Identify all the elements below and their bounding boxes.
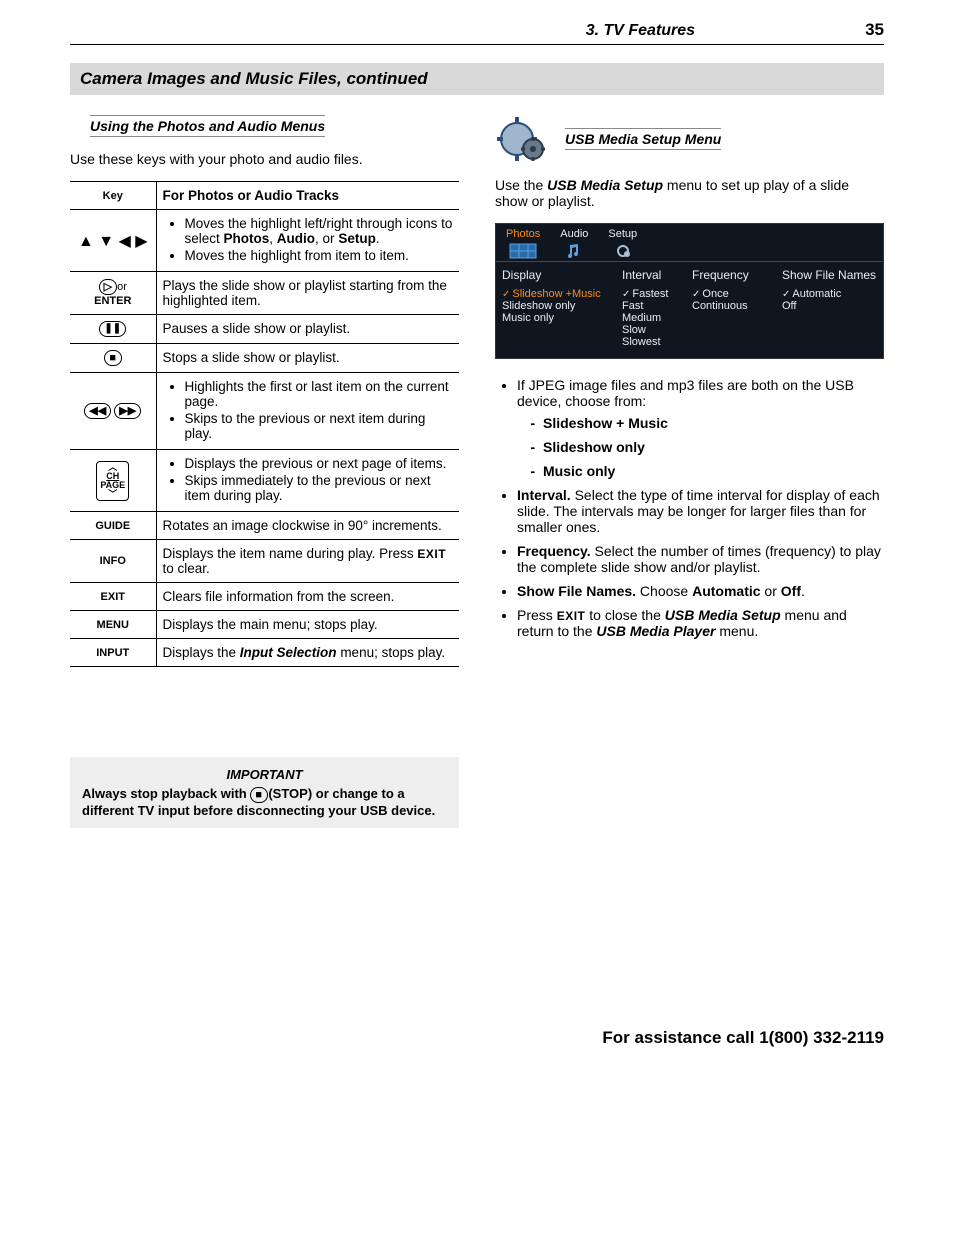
left-subheading: Using the Photos and Audio Menus bbox=[90, 115, 325, 137]
sub-music-only: Music only bbox=[543, 463, 884, 479]
table-row: ▲ ▼ ◀ ▶ Moves the highlight left/right t… bbox=[70, 210, 459, 272]
page-number: 35 bbox=[865, 20, 884, 40]
left-intro: Use these keys with your photo and audio… bbox=[70, 151, 459, 167]
note-title: IMPORTANT bbox=[82, 767, 447, 782]
photos-tab-icon bbox=[506, 243, 540, 261]
sub-slideshow-only: Slideshow only bbox=[543, 439, 884, 455]
head-display: Display bbox=[502, 268, 622, 282]
opt-fastest: Fastest bbox=[622, 288, 692, 300]
r3-desc: Pauses a slide show or playlist. bbox=[156, 315, 459, 344]
bullet-choose: If JPEG image files and mp3 files are bo… bbox=[517, 377, 884, 479]
stop-icon: ■ bbox=[250, 787, 268, 803]
opt-slow: Slow bbox=[622, 324, 692, 336]
tab-audio: Audio bbox=[550, 224, 598, 261]
table-row: INPUT Displays the Input Selection menu;… bbox=[70, 639, 459, 667]
r5-b1: Highlights the first or last item on the… bbox=[185, 379, 454, 409]
r10-desc: Displays the main menu; stops play. bbox=[156, 611, 459, 639]
r8-desc: Displays the item name during play. Pres… bbox=[156, 540, 459, 583]
ch-page-key-icon: ︿CHPAGE﹀ bbox=[70, 450, 156, 512]
r4-desc: Stops a slide show or playlist. bbox=[156, 344, 459, 373]
table-row: ■ Stops a slide show or playlist. bbox=[70, 344, 459, 373]
stop-key-icon: ■ bbox=[70, 344, 156, 373]
th-desc: For Photos or Audio Tracks bbox=[156, 182, 459, 210]
right-intro: Use the USB Media Setup menu to set up p… bbox=[495, 177, 884, 209]
bullet-interval: Interval. Select the type of time interv… bbox=[517, 487, 884, 535]
head-interval: Interval bbox=[622, 268, 692, 282]
r6-b1: Displays the previous or next page of it… bbox=[185, 456, 454, 471]
table-row: ◀◀ ▶▶ Highlights the first or last item … bbox=[70, 373, 459, 450]
r2-desc: Plays the slide show or playlist startin… bbox=[156, 272, 459, 315]
head-frequency: Frequency bbox=[692, 268, 782, 282]
chapter-label: 3. TV Features bbox=[586, 22, 695, 40]
opt-medium: Medium bbox=[622, 312, 692, 324]
tab-photos: Photos bbox=[496, 224, 550, 261]
footer-assistance: For assistance call 1(800) 332-2119 bbox=[70, 1028, 884, 1048]
r1-b2: Moves the highlight from item to item. bbox=[185, 248, 454, 263]
table-row: ▷orENTER Plays the slide show or playlis… bbox=[70, 272, 459, 315]
right-subheading: USB Media Setup Menu bbox=[565, 128, 721, 150]
menu-key: MENU bbox=[70, 611, 156, 639]
input-key: INPUT bbox=[70, 639, 156, 667]
important-note: IMPORTANT Always stop playback with ■(ST… bbox=[70, 757, 459, 828]
opt-off: Off bbox=[782, 300, 877, 312]
arrow-keys-icon: ▲ ▼ ◀ ▶ bbox=[78, 233, 148, 250]
opt-fast: Fast bbox=[622, 300, 692, 312]
table-row: MENU Displays the main menu; stops play. bbox=[70, 611, 459, 639]
opt-automatic: Automatic bbox=[782, 288, 877, 300]
head-show: Show File Names bbox=[782, 268, 877, 282]
table-row: GUIDE Rotates an image clockwise in 90° … bbox=[70, 512, 459, 540]
r11-desc: Displays the Input Selection menu; stops… bbox=[156, 639, 459, 667]
opt-continuous: Continuous bbox=[692, 300, 782, 312]
bullet-press-exit: Press EXIT to close the USB Media Setup … bbox=[517, 607, 884, 639]
table-row: ︿CHPAGE﹀ Displays the previous or next p… bbox=[70, 450, 459, 512]
guide-key: GUIDE bbox=[70, 512, 156, 540]
r6-b2: Skips immediately to the previous or nex… bbox=[185, 473, 454, 503]
exit-key: EXIT bbox=[70, 583, 156, 611]
r5-b2: Skips to the previous or next item durin… bbox=[185, 411, 454, 441]
keys-table: Key For Photos or Audio Tracks ▲ ▼ ◀ ▶ M… bbox=[70, 181, 459, 667]
setup-tab-icon bbox=[608, 243, 637, 261]
r1-b1: Moves the highlight left/right through i… bbox=[185, 216, 454, 246]
pause-key-icon: ❚❚ bbox=[70, 315, 156, 344]
table-row: ❚❚ Pauses a slide show or playlist. bbox=[70, 315, 459, 344]
section-banner: Camera Images and Music Files, continued bbox=[70, 63, 884, 95]
right-bullets: If JPEG image files and mp3 files are bo… bbox=[495, 377, 884, 639]
play-enter-key: ▷orENTER bbox=[70, 272, 156, 315]
th-key: Key bbox=[70, 182, 156, 210]
note-t2: (STOP) bbox=[268, 786, 312, 801]
info-key: INFO bbox=[70, 540, 156, 583]
sub-slideshow-music: Slideshow + Music bbox=[543, 415, 884, 431]
bullet-frequency: Frequency. Select the number of times (f… bbox=[517, 543, 884, 575]
rew-ff-key-icon: ◀◀ ▶▶ bbox=[70, 373, 156, 450]
audio-tab-icon bbox=[560, 243, 588, 261]
opt-slowest: Slowest bbox=[622, 336, 692, 348]
tab-setup: Setup bbox=[598, 224, 647, 261]
opt-slideshow-only: Slideshow only bbox=[502, 300, 622, 312]
setup-gear-icon bbox=[495, 115, 551, 163]
opt-slideshow-music: Slideshow +Music bbox=[502, 288, 622, 300]
table-row: INFO Displays the item name during play.… bbox=[70, 540, 459, 583]
usb-media-setup-screenshot: Photos Audio Setup Display Interval Freq… bbox=[495, 223, 884, 359]
opt-music-only: Music only bbox=[502, 312, 622, 324]
note-t1: Always stop playback with bbox=[82, 786, 250, 801]
page-header: 3. TV Features 35 bbox=[70, 20, 884, 45]
bullet-show-file-names: Show File Names. Choose Automatic or Off… bbox=[517, 583, 884, 599]
r7-desc: Rotates an image clockwise in 90° increm… bbox=[156, 512, 459, 540]
r9-desc: Clears file information from the screen. bbox=[156, 583, 459, 611]
opt-once: Once bbox=[692, 288, 782, 300]
table-row: EXIT Clears file information from the sc… bbox=[70, 583, 459, 611]
